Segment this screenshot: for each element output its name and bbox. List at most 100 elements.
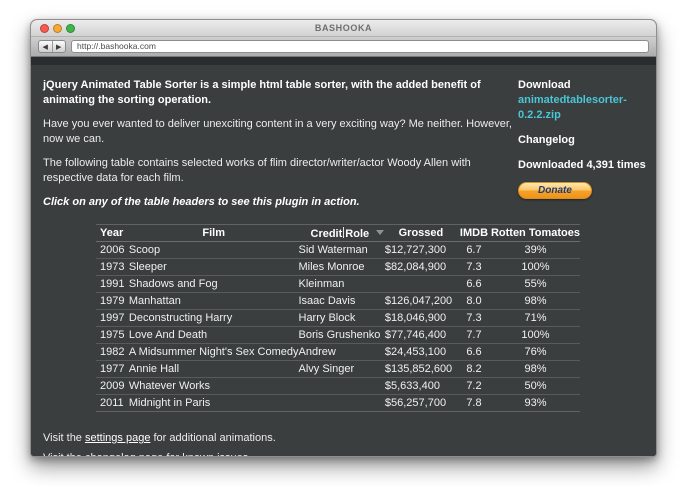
window-titlebar[interactable]: BASHOOKA	[31, 20, 656, 37]
cell-credit-role: Sid Waterman	[298, 241, 385, 259]
cell-year: 1977	[96, 360, 129, 378]
settings-page-link[interactable]: settings page	[85, 432, 150, 444]
cell-rotten-tomatoes: 100%	[490, 258, 580, 276]
forward-button[interactable]: ▶	[53, 41, 66, 52]
paragraph-table-desc: The following table contains selected wo…	[43, 157, 471, 184]
cell-rotten-tomatoes: 100%	[490, 326, 580, 344]
column-header-credit-role[interactable]: Credit Role	[298, 224, 385, 242]
table-row: 2006 Scoop Sid Waterman $12,727,300 6.7 39%	[96, 241, 580, 259]
column-header-film[interactable]: Film	[128, 224, 299, 242]
cell-film: Midnight in Paris	[128, 394, 299, 412]
column-header-grossed[interactable]: Grossed	[384, 224, 457, 242]
cell-rotten-tomatoes: 71%	[490, 309, 580, 327]
table-row: 1991 Shadows and Fog Kleinman 6.6 55%	[96, 275, 580, 293]
paragraph-exciting: Have you ever wanted to deliver unexciti…	[43, 118, 512, 145]
cell-imdb: 7.3	[456, 309, 491, 327]
cell-credit-role: Isaac Davis	[298, 292, 385, 310]
cell-grossed: $24,453,100	[384, 343, 457, 361]
page-header-strip	[31, 57, 656, 65]
close-button[interactable]	[40, 24, 49, 33]
cell-credit-role: Alvy Singer	[298, 360, 385, 378]
browser-toolbar: ◀ ▶ http://.bashooka.com	[31, 37, 656, 57]
film-table-body: 2006 Scoop Sid Waterman $12,727,300 6.7 39% 19…	[96, 241, 580, 412]
table-row: 2009 Whatever Works $5,633,400 7.2 50%	[96, 377, 580, 395]
cell-imdb: 8.0	[456, 292, 491, 310]
download-heading: Download	[518, 79, 571, 91]
cell-year: 2006	[96, 241, 129, 259]
main-column: jQuery Animated Table Sorter is a simple…	[43, 78, 580, 412]
cell-grossed: $126,047,200	[384, 292, 457, 310]
table-row: 1982 A Midsummer Night's Sex Comedy Andrew…	[96, 343, 580, 361]
cell-film: Sleeper	[128, 258, 299, 276]
cell-year: 1982	[96, 343, 129, 361]
cell-film: Shadows and Fog	[128, 275, 299, 293]
cell-year: 1997	[96, 309, 129, 327]
cell-year: 2011	[96, 394, 129, 412]
forward-icon: ▶	[56, 43, 62, 51]
sidebar: Download animatedtablesorter-0.2.2.zip C…	[518, 78, 656, 199]
zoom-button[interactable]	[66, 24, 75, 33]
cell-grossed: $18,046,900	[384, 309, 457, 327]
table-row: 1973 Sleeper Miles Monroe $82,084,900 7.3 100…	[96, 258, 580, 276]
cell-film: Deconstructing Harry	[128, 309, 299, 327]
cell-grossed: $12,727,300	[384, 241, 457, 259]
cell-film: Whatever Works	[128, 377, 299, 395]
table-row: 1979 Manhattan Isaac Davis $126,047,200 8.0 9…	[96, 292, 580, 310]
table-header-row: Year Film Credit Role Grossed IMDB Rotten…	[96, 224, 580, 242]
cell-film: A Midsummer Night's Sex Comedy	[128, 343, 299, 361]
cell-credit-role	[298, 377, 385, 395]
cell-imdb: 6.6	[456, 343, 491, 361]
cell-rotten-tomatoes: 39%	[490, 241, 580, 259]
cell-credit-role: Miles Monroe	[298, 258, 385, 276]
cell-credit-role	[298, 394, 385, 412]
cell-grossed: $82,084,900	[384, 258, 457, 276]
cta-text: Click on any of the table headers to see…	[43, 196, 360, 208]
browser-window: BASHOOKA ◀ ▶ http://.bashooka.com jQuery…	[30, 19, 657, 457]
cell-credit-role: Boris Grushenko	[298, 326, 385, 344]
url-input[interactable]: http://.bashooka.com	[71, 40, 649, 53]
minimize-button[interactable]	[53, 24, 62, 33]
cell-year: 1973	[96, 258, 129, 276]
cell-year: 2009	[96, 377, 129, 395]
cell-credit-role: Harry Block	[298, 309, 385, 327]
cell-rotten-tomatoes: 76%	[490, 343, 580, 361]
cell-imdb: 7.2	[456, 377, 491, 395]
donate-button[interactable]: Donate	[518, 182, 592, 199]
changelog-footer: Visit the changelog page for known issue…	[43, 451, 248, 456]
cell-credit-role: Andrew	[298, 343, 385, 361]
table-row: 1997 Deconstructing Harry Harry Block $18,0…	[96, 309, 580, 327]
cell-imdb: 6.6	[456, 275, 491, 293]
cell-grossed: $5,633,400	[384, 377, 457, 395]
changelog-link[interactable]: Changelog	[518, 133, 656, 148]
window-title: BASHOOKA	[314, 23, 373, 33]
table-row: 1975 Love And Death Boris Grushenko $77,746…	[96, 326, 580, 344]
cell-film: Annie Hall	[128, 360, 299, 378]
cell-grossed: $77,746,400	[384, 326, 457, 344]
window-controls	[40, 24, 75, 33]
cell-grossed	[384, 275, 457, 293]
cell-grossed: $135,852,600	[384, 360, 457, 378]
cell-imdb: 7.3	[456, 258, 491, 276]
intro-text: jQuery Animated Table Sorter is a simple…	[43, 79, 481, 106]
download-zip-link[interactable]: animatedtablesorter-0.2.2.zip	[518, 93, 656, 123]
nav-buttons: ◀ ▶	[38, 40, 66, 53]
cell-imdb: 7.7	[456, 326, 491, 344]
cell-imdb: 7.8	[456, 394, 491, 412]
column-header-year[interactable]: Year	[96, 224, 129, 242]
back-icon: ◀	[42, 43, 48, 51]
cell-year: 1979	[96, 292, 129, 310]
column-header-imdb[interactable]: IMDB	[456, 224, 491, 242]
cell-rotten-tomatoes: 98%	[490, 360, 580, 378]
cell-rotten-tomatoes: 50%	[490, 377, 580, 395]
column-header-rotten-tomatoes[interactable]: Rotten Tomatoes	[490, 224, 580, 242]
cell-grossed: $56,257,700	[384, 394, 457, 412]
cell-film: Scoop	[128, 241, 299, 259]
page-content: jQuery Animated Table Sorter is a simple…	[31, 57, 656, 456]
download-count: Downloaded 4,391 times	[518, 159, 646, 171]
cell-rotten-tomatoes: 98%	[490, 292, 580, 310]
table-row: 1977 Annie Hall Alvy Singer $135,852,600 8.2…	[96, 360, 580, 378]
cell-film: Manhattan	[128, 292, 299, 310]
cell-rotten-tomatoes: 55%	[490, 275, 580, 293]
settings-footer: Visit the settings page for additional a…	[43, 432, 276, 444]
back-button[interactable]: ◀	[39, 41, 53, 52]
